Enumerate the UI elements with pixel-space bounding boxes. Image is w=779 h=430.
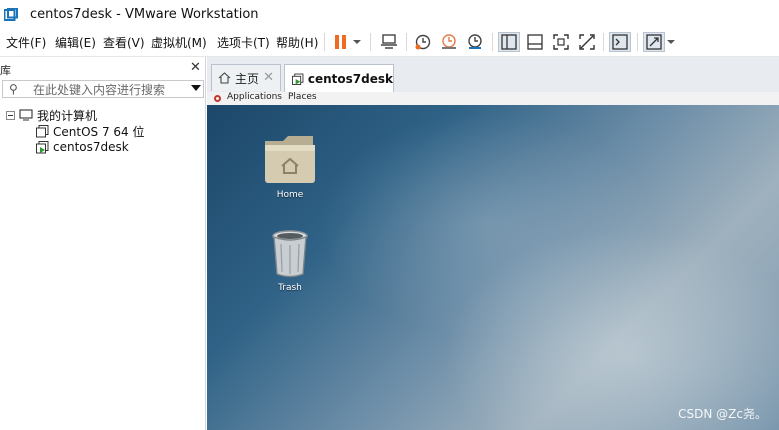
toolbar-separator [324,33,325,51]
tree-item-label: centos7desk [53,140,129,154]
menu-bar: 文件(F) 编辑(E) 查看(V) 虚拟机(M) 选项卡(T) 帮助(H) [0,30,779,57]
full-screen-button[interactable] [550,32,572,52]
show-library-button[interactable] [498,32,520,52]
snapshot-manager-button[interactable] [465,32,485,52]
watermark: CSDN @Zc尧。 [678,407,767,421]
take-snapshot-button[interactable] [413,32,433,52]
collapse-icon[interactable] [6,110,15,120]
desktop-icon-home[interactable]: Home [250,133,330,200]
title-bar: centos7desk - VMware Workstation [0,0,779,30]
running-vm-icon [36,140,49,153]
pause-icon [335,35,346,49]
vm-icon [36,124,49,137]
stretch-view-icon [646,34,662,50]
power-dropdown-button[interactable] [352,32,362,52]
chevron-down-icon[interactable] [191,84,201,92]
home-folder-icon [265,136,315,183]
tree-item-label: 我的计算机 [37,108,98,123]
snapshot-manager-icon [468,34,482,49]
menu-tabs[interactable]: 选项卡(T) [217,34,270,51]
tree-item-vm-running[interactable]: centos7desk [36,139,129,155]
toolbar-separator [370,33,371,51]
toolbar-separator [637,33,638,51]
dropdown-icon [667,40,675,44]
stretch-dropdown-button[interactable] [666,32,676,52]
desktop-icon-label: Home [276,190,304,200]
unity-icon [579,34,595,50]
tree-item-my-computer[interactable]: 我的计算机 [6,107,97,123]
full-screen-icon [553,34,569,50]
menu-vm[interactable]: 虚拟机(M) [151,34,207,51]
tree-item-vm[interactable]: CentOS 7 64 位 [36,123,144,139]
library-panel: 库 ✕ ⚲ 我的计算机 CentOS 7 64 位 centos7desk [0,57,206,430]
menu-edit[interactable]: 编辑(E) [55,34,96,51]
thumbnail-bar-button[interactable] [524,32,546,52]
library-header: 库 ✕ [0,59,205,77]
desktop-icon-trash[interactable]: Trash [250,230,330,293]
guest-top-panel: Applications Places [207,92,779,106]
vmware-logo-icon [4,8,18,21]
snapshot-icon [415,34,431,50]
library-close-icon[interactable]: ✕ [190,60,201,75]
search-input[interactable] [31,83,185,97]
computer-icon [19,109,33,121]
revert-snapshot-button[interactable] [439,32,459,52]
console-view-icon [612,34,628,50]
menu-view[interactable]: 查看(V) [103,34,145,51]
show-library-icon [501,34,517,50]
toolbar-separator [603,33,604,51]
revert-snapshot-icon [442,34,456,49]
unity-button[interactable] [576,32,598,52]
tab-centos7desk[interactable]: centos7desk [284,64,394,93]
applications-icon [214,95,221,102]
toolbar-separator [492,33,493,51]
tab-label: 主页 [235,71,260,86]
desktop-icon-label: Trash [278,283,302,293]
library-search: ⚲ [2,80,204,98]
tab-home[interactable]: 主页 ✕ [211,64,281,91]
thumbnail-bar-icon [527,34,543,50]
menu-help[interactable]: 帮助(H) [276,34,318,51]
tab-bar: 主页 ✕ centos7desk [207,57,779,93]
dropdown-icon [353,40,361,44]
tree-item-label: CentOS 7 64 位 [53,124,145,139]
search-icon: ⚲ [9,82,18,96]
running-vm-icon [292,73,304,85]
guest-desktop[interactable]: Home Trash CSDN @Zc尧。 [207,105,779,430]
trash-icon [272,230,308,278]
toolbar-separator [406,33,407,51]
pause-button[interactable] [333,32,349,52]
menu-file[interactable]: 文件(F) [6,34,46,51]
home-icon [218,72,231,84]
places-menu[interactable]: Places [288,92,317,102]
tab-label: centos7desk [307,72,393,86]
applications-menu[interactable]: Applications [227,92,282,102]
window-title: centos7desk - VMware Workstation [30,7,259,22]
library-title: 库 [0,64,11,77]
send-ctrl-alt-del-button[interactable] [378,32,400,52]
stretch-view-button[interactable] [643,32,665,52]
send-ctrl-alt-del-icon [381,34,397,49]
console-view-button[interactable] [609,32,631,52]
close-icon[interactable]: ✕ [263,70,274,85]
